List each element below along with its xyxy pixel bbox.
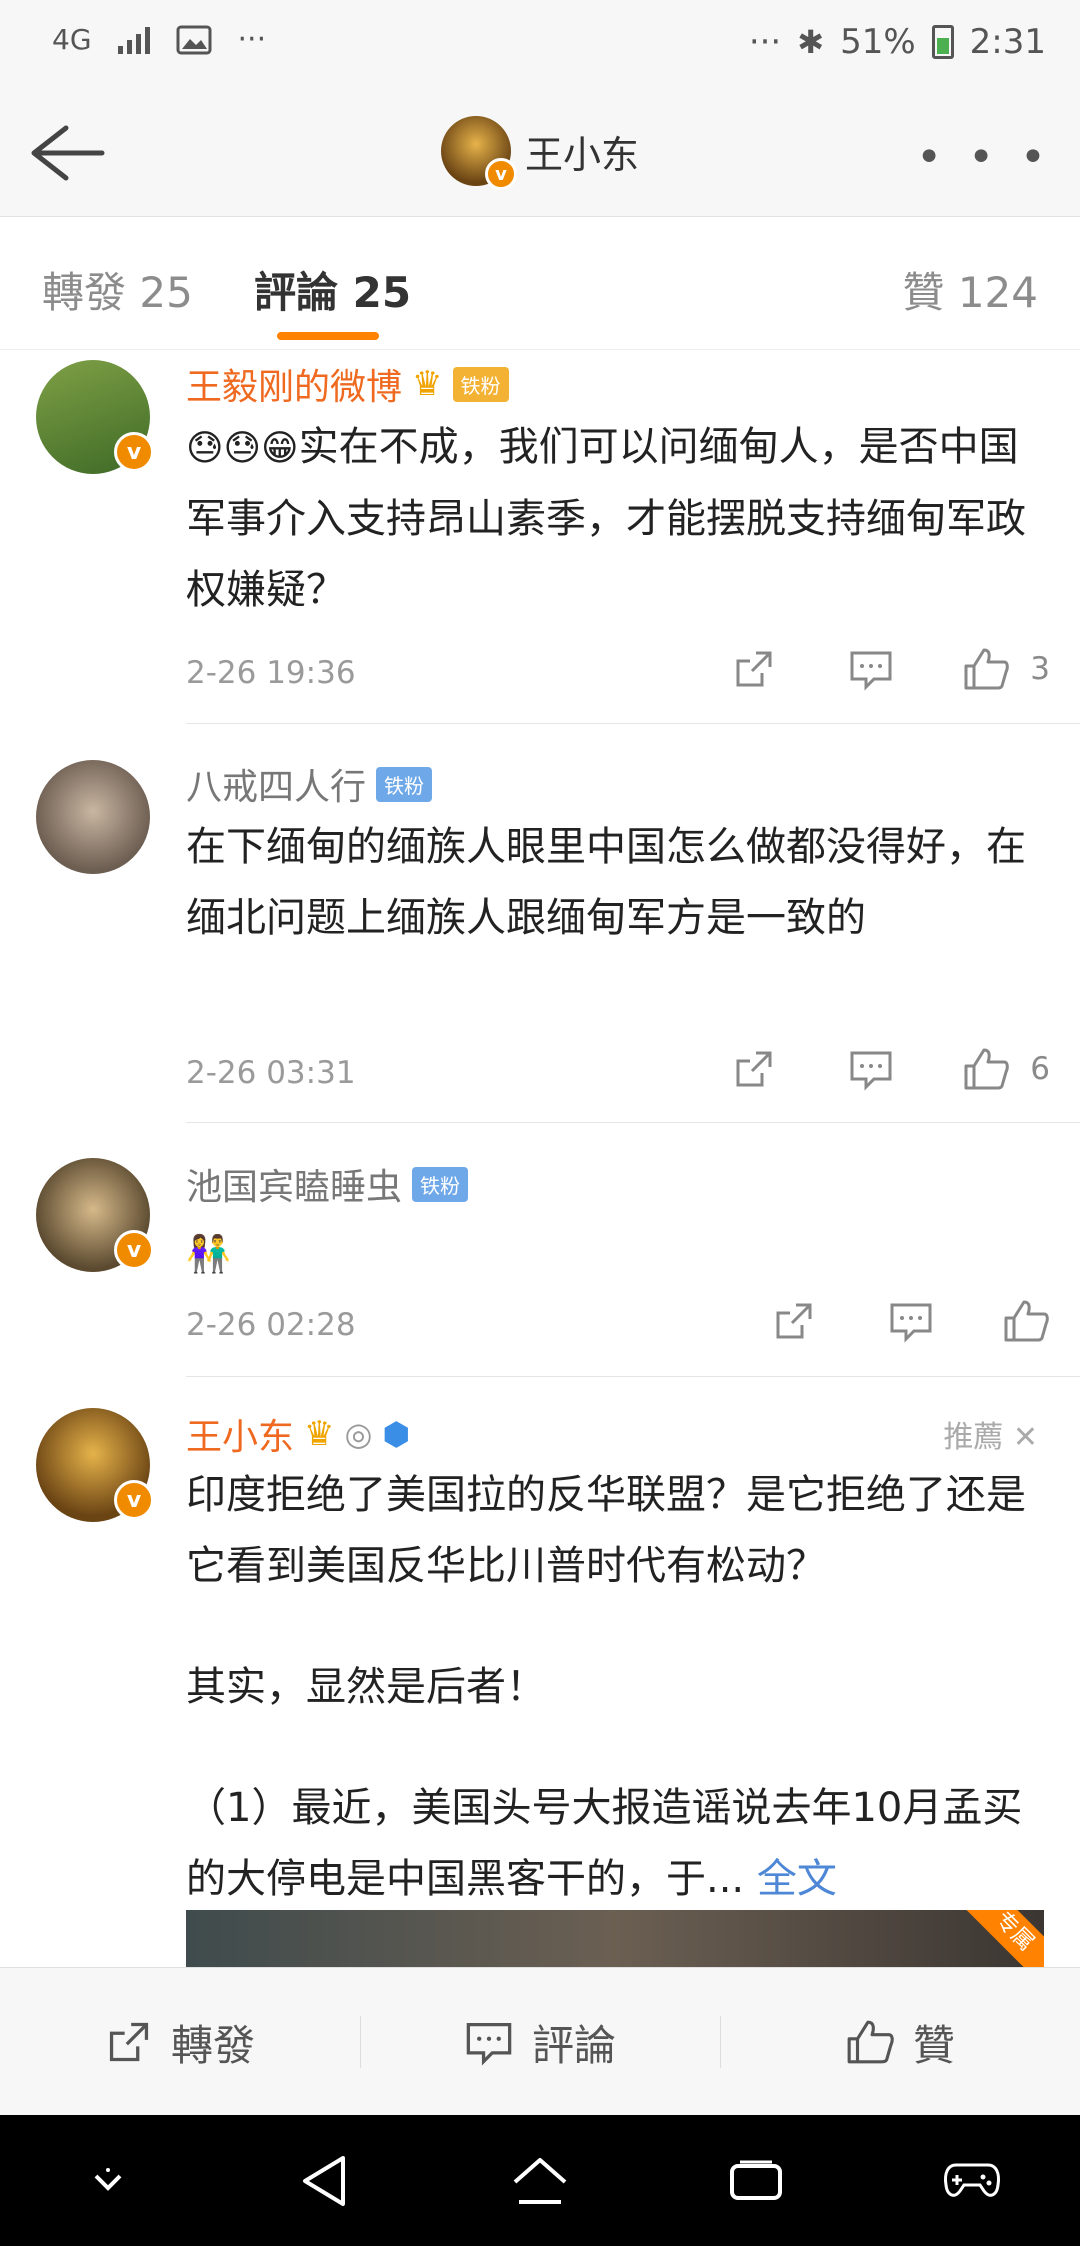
thumbs-up-icon bbox=[847, 2020, 894, 2064]
comment-time: 2-26 03:31 bbox=[186, 1055, 356, 1091]
clock: 2:31 bbox=[969, 22, 1046, 62]
battery-icon bbox=[931, 25, 954, 59]
like-button[interactable]: 6 bbox=[962, 1046, 1050, 1092]
emoji-icons: 😓😓😁 bbox=[186, 428, 299, 469]
divider bbox=[186, 1122, 1080, 1123]
share-icon[interactable] bbox=[732, 1047, 776, 1091]
comment-actions: 6 bbox=[732, 1046, 1050, 1092]
comment-time: 2-26 19:36 bbox=[186, 655, 356, 691]
fan-badge: 铁粉 bbox=[376, 766, 433, 802]
avatar[interactable]: v bbox=[36, 1408, 154, 1522]
share-icon[interactable] bbox=[732, 647, 776, 691]
avatar[interactable]: v bbox=[36, 1158, 154, 1272]
fan-badge: 铁粉 bbox=[412, 1166, 469, 1202]
recommend-label[interactable]: 推薦 ✕ bbox=[943, 1412, 1038, 1456]
close-icon[interactable]: ✕ bbox=[1013, 1420, 1038, 1455]
thumbs-up-icon bbox=[1004, 1300, 1049, 1342]
comment-actions bbox=[772, 1298, 1050, 1344]
active-tab-indicator bbox=[277, 332, 379, 340]
emoji-icon: 👫 bbox=[186, 1234, 231, 1275]
home-icon[interactable] bbox=[500, 2146, 580, 2216]
recents-icon[interactable] bbox=[716, 2146, 796, 2216]
avatar[interactable]: v bbox=[440, 116, 517, 190]
comment-icon[interactable] bbox=[848, 647, 894, 691]
divider bbox=[186, 723, 1080, 724]
chevron-down-icon[interactable] bbox=[68, 2146, 148, 2216]
commenter-name[interactable]: 池国宾瞌睡虫 bbox=[186, 1158, 402, 1210]
tab-repost[interactable]: 轉發 25 bbox=[42, 259, 193, 320]
bottom-action-bar: 轉發 評論 贊 bbox=[0, 1967, 1080, 2116]
share-icon[interactable] bbox=[772, 1299, 816, 1343]
repost-label: 轉發 bbox=[170, 2020, 255, 2070]
image-icon bbox=[176, 25, 212, 54]
comment-icon bbox=[466, 2022, 512, 2066]
post-image-preview[interactable]: 专属 bbox=[186, 1910, 1044, 1968]
medal-icon: ◎ bbox=[344, 1415, 373, 1453]
like-button[interactable] bbox=[1002, 1298, 1050, 1344]
divider bbox=[186, 1376, 1080, 1377]
comment-text: 在下缅甸的缅族人眼里中国怎么做都没得好，在缅北问题上缅族人跟缅甸军方是一致的 bbox=[186, 824, 1026, 941]
crown-icon: ♛ bbox=[412, 364, 443, 404]
network-indicator: 4G bbox=[52, 23, 92, 56]
system-navigation-bar bbox=[0, 2115, 1080, 2246]
comment-icon[interactable] bbox=[848, 1047, 894, 1091]
comment-text: 👫 bbox=[186, 1218, 1046, 1290]
repost-button[interactable]: 轉發 bbox=[0, 1968, 360, 2116]
navigation-bar: v 王小东 • • • bbox=[0, 92, 1080, 217]
verified-icon: v bbox=[114, 1230, 154, 1270]
page-title: 王小东 bbox=[524, 132, 639, 177]
comment-actions: 3 bbox=[732, 646, 1050, 692]
comment-text: 印度拒绝了美国拉的反华联盟？是它拒绝了还是它看到美国反华比川普时代有松动？ 其实… bbox=[186, 1472, 1026, 1902]
back-icon[interactable] bbox=[284, 2146, 364, 2216]
exclusive-tag: 专属 bbox=[958, 1910, 1044, 1968]
battery-percent: 51% bbox=[840, 22, 916, 62]
verified-icon: v bbox=[114, 1480, 154, 1520]
status-more-right: ··· bbox=[748, 22, 782, 62]
read-more-link[interactable]: 全文 bbox=[757, 1856, 837, 1902]
like-button[interactable]: 贊 bbox=[720, 1968, 1080, 2116]
thumbs-up-icon bbox=[964, 648, 1010, 690]
shield-icon: ⬢ bbox=[382, 1415, 411, 1453]
comment-text: 😓😓😁实在不成，我们可以问缅甸人，是否中国军事介入支持昂山素季，才能摆脱支持缅甸… bbox=[186, 424, 1026, 613]
more-options-icon[interactable]: • • • bbox=[916, 132, 1052, 183]
fan-badge: 铁粉 bbox=[452, 366, 509, 402]
commenter-name[interactable]: 八戒四人行 bbox=[186, 758, 366, 810]
verified-icon: v bbox=[114, 432, 154, 472]
gamepad-icon[interactable] bbox=[932, 2146, 1012, 2216]
avatar[interactable]: v bbox=[36, 360, 154, 474]
like-count: 6 bbox=[1030, 1051, 1050, 1087]
tab-like[interactable]: 贊 124 bbox=[902, 259, 1038, 320]
commenter-name[interactable]: 王毅刚的微博 bbox=[186, 358, 402, 410]
comment-icon[interactable] bbox=[888, 1299, 934, 1343]
comment-label: 評論 bbox=[531, 2020, 616, 2070]
comment-button[interactable]: 評論 bbox=[360, 1968, 720, 2116]
like-count: 3 bbox=[1030, 651, 1050, 687]
status-more: ··· bbox=[237, 22, 267, 57]
tab-comment[interactable]: 評論 25 bbox=[254, 259, 411, 320]
tab-bar: 轉發 25 評論 25 贊 124 bbox=[0, 217, 1080, 350]
crown-icon: ♛ bbox=[304, 1414, 335, 1454]
like-button[interactable]: 3 bbox=[962, 646, 1050, 692]
share-icon bbox=[109, 2022, 149, 2062]
avatar[interactable] bbox=[36, 760, 150, 874]
signal-icon bbox=[117, 26, 150, 54]
like-label: 贊 bbox=[912, 2020, 955, 2070]
verified-icon: v bbox=[484, 158, 517, 190]
status-bar: 4G ··· ··· ✱ 51% 2:31 bbox=[0, 0, 1080, 92]
bluetooth-icon: ✱ bbox=[797, 23, 825, 61]
comment-time: 2-26 02:28 bbox=[186, 1307, 356, 1343]
thumbs-up-icon bbox=[964, 1048, 1010, 1090]
commenter-name[interactable]: 王小东 bbox=[186, 1408, 294, 1460]
